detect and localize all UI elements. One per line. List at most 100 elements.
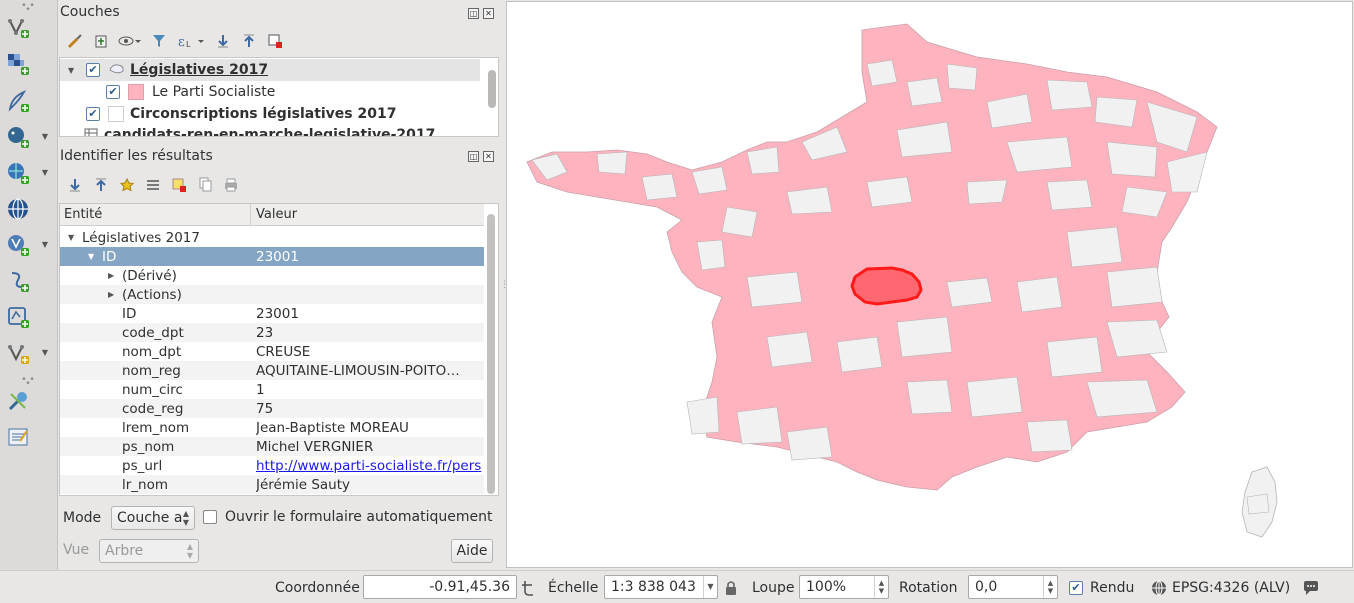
coordinate-field[interactable]: -0.91,45.36 [363, 575, 517, 599]
add-virtual-layer-icon[interactable] [4, 302, 32, 332]
layer-circonscriptions[interactable]: ✔ Circonscriptions législatives 2017 [60, 103, 480, 125]
toggle-extents-icon[interactable] [520, 577, 538, 599]
chevron-right-icon[interactable]: ▶ [108, 271, 114, 280]
chevron-down-icon[interactable]: ▼ [40, 168, 50, 178]
scale-label: Échelle [548, 580, 599, 596]
derived-row[interactable]: ▶ (Dérivé) [60, 266, 484, 285]
add-group-icon[interactable] [90, 30, 112, 52]
collapse-all-icon[interactable] [238, 30, 260, 52]
magnifier-spinbox[interactable]: 100% ▲ ▼ [799, 575, 889, 599]
layer-label: Circonscriptions législatives 2017 [130, 106, 397, 122]
render-toggle[interactable]: ✔ Rendu [1069, 577, 1134, 599]
crs-button[interactable]: EPSG:4326 (ALV) [1151, 577, 1290, 599]
identify-panel-title: Identifier les résultats [60, 148, 213, 164]
attribute-row[interactable]: lrem_nom Jean-Baptiste MOREAU [60, 418, 484, 437]
add-wms-layer-icon[interactable] [4, 158, 32, 188]
render-checkbox[interactable]: ✔ [1069, 581, 1083, 595]
help-button[interactable]: Aide [451, 539, 493, 563]
next-feature-row-partial[interactable]: ID 24000 [60, 494, 484, 495]
chevron-right-icon[interactable]: ▶ [108, 290, 114, 299]
add-spatialite-icon[interactable] [4, 266, 32, 296]
layer-group-legislatives[interactable]: ▼ ✔ Législatives 2017 [60, 59, 480, 81]
coordinate-value: -0.91,45.36 [429, 579, 510, 595]
layer-candidats[interactable]: candidats-ren-en-marche-legislative-2017 [60, 124, 480, 136]
attribute-key: lr_nom [122, 476, 169, 493]
ps-url-link[interactable]: http://www.parti-socialiste.fr/pers [256, 458, 486, 474]
copy-feature-icon[interactable] [194, 174, 216, 196]
attribute-row[interactable]: num_circ 1 [60, 380, 484, 399]
chevron-down-icon[interactable]: ▼ [68, 66, 74, 75]
float-panel-icon[interactable]: ◫ [468, 151, 479, 162]
feature-id-row[interactable]: ▼ ID 23001 [60, 247, 484, 266]
left-toolbar: • • • ▼ ▼ ▼ ▼ • • • [0, 0, 58, 570]
layer-tree-scrollbar[interactable] [488, 70, 496, 108]
class-checkbox[interactable]: ✔ [106, 85, 120, 99]
close-icon[interactable]: ✕ [483, 8, 494, 19]
chevron-down-icon[interactable]: ▼ [68, 233, 74, 242]
attribute-value: CREUSE [256, 343, 311, 360]
layer-checkbox[interactable]: ✔ [86, 107, 100, 121]
float-panel-icon[interactable]: ◫ [468, 8, 479, 19]
lock-scale-icon[interactable] [724, 577, 738, 599]
scale-select[interactable]: 1:3 838 043 ▼ [604, 575, 718, 599]
layers-toolbar: εL [64, 30, 286, 52]
add-vector-layer-icon[interactable] [4, 12, 32, 42]
col-value-header[interactable]: Valeur [256, 207, 297, 222]
open-form-icon[interactable] [142, 174, 164, 196]
plugin-tool-icon[interactable] [4, 386, 32, 416]
layer-checkbox[interactable]: ✔ [86, 63, 100, 77]
expand-new-results-icon[interactable] [116, 174, 138, 196]
auto-open-checkbox[interactable] [203, 510, 217, 524]
attribute-row[interactable]: code_reg 75 [60, 399, 484, 418]
clear-results-icon[interactable] [168, 174, 190, 196]
col-entity-header[interactable]: Entité [64, 207, 102, 222]
rotation-spinbox[interactable]: 0,0 ▲ ▼ [968, 575, 1058, 599]
toolbar-grip[interactable]: • • • [20, 2, 36, 15]
add-wfs-layer-icon[interactable] [4, 194, 32, 224]
attribute-key: code_dpt [122, 324, 184, 341]
style-brush-icon[interactable] [64, 30, 86, 52]
text-annotation-icon[interactable] [4, 422, 32, 452]
add-postgis-layer-icon[interactable] [4, 122, 32, 152]
remove-layer-icon[interactable] [264, 30, 286, 52]
chevron-down-icon[interactable]: ▼ [40, 132, 50, 142]
filter-icon[interactable] [148, 30, 170, 52]
spin-arrows-icon[interactable]: ▲ ▼ [1043, 576, 1057, 598]
layer-class-ps[interactable]: ✔ Le Parti Socialiste [60, 81, 480, 103]
view-select[interactable]: Arbre ▲ ▼ [99, 539, 199, 563]
new-shapefile-icon[interactable] [4, 338, 32, 368]
attribute-row[interactable]: lr_nom Jérémie Sauty [60, 475, 484, 494]
attribute-row[interactable]: ps_url http://www.parti-socialiste.fr/pe… [60, 456, 484, 475]
attribute-row[interactable]: nom_dpt CREUSE [60, 342, 484, 361]
mode-select[interactable]: Couche a ▲ ▼ [111, 506, 195, 530]
identify-scrollbar[interactable] [487, 214, 495, 494]
collapse-tree-icon[interactable] [90, 174, 112, 196]
chevron-down-icon[interactable]: ▼ [40, 240, 50, 250]
legend-swatch [108, 106, 124, 122]
add-wcs-layer-icon[interactable] [4, 230, 32, 260]
auto-open-form-option[interactable]: Ouvrir le formulaire automatiquement [203, 509, 492, 525]
feature-id-key: ID [102, 248, 117, 265]
add-raster-layer-icon[interactable] [4, 49, 32, 79]
messages-icon[interactable] [1302, 577, 1320, 599]
map-canvas[interactable] [506, 1, 1353, 568]
filter-expression-icon[interactable]: εL [174, 30, 208, 52]
attribute-row[interactable]: nom_reg AQUITAINE-LIMOUSIN-POITO… [60, 361, 484, 380]
expand-tree-icon[interactable] [64, 174, 86, 196]
attribute-row[interactable]: ps_nom Michel VERGNIER [60, 437, 484, 456]
print-icon[interactable] [220, 174, 242, 196]
spin-arrows-icon[interactable]: ▲ ▼ [874, 576, 888, 598]
chevron-down-icon[interactable]: ▼ [703, 576, 717, 598]
add-delimited-text-icon[interactable] [4, 86, 32, 116]
expand-all-icon[interactable] [212, 30, 234, 52]
tree-root-row[interactable]: ▼ Législatives 2017 [60, 228, 484, 247]
close-icon[interactable]: ✕ [483, 151, 494, 162]
toolbar-grip[interactable]: • • • [20, 376, 36, 389]
actions-row[interactable]: ▶ (Actions) [60, 285, 484, 304]
chevron-down-icon[interactable]: ▼ [88, 252, 94, 261]
attribute-row[interactable]: code_dpt 23 [60, 323, 484, 342]
visibility-eye-icon[interactable] [116, 30, 144, 52]
france-map[interactable] [507, 2, 1352, 567]
chevron-down-icon[interactable]: ▼ [40, 348, 50, 358]
attribute-row[interactable]: ID 23001 [60, 304, 484, 323]
